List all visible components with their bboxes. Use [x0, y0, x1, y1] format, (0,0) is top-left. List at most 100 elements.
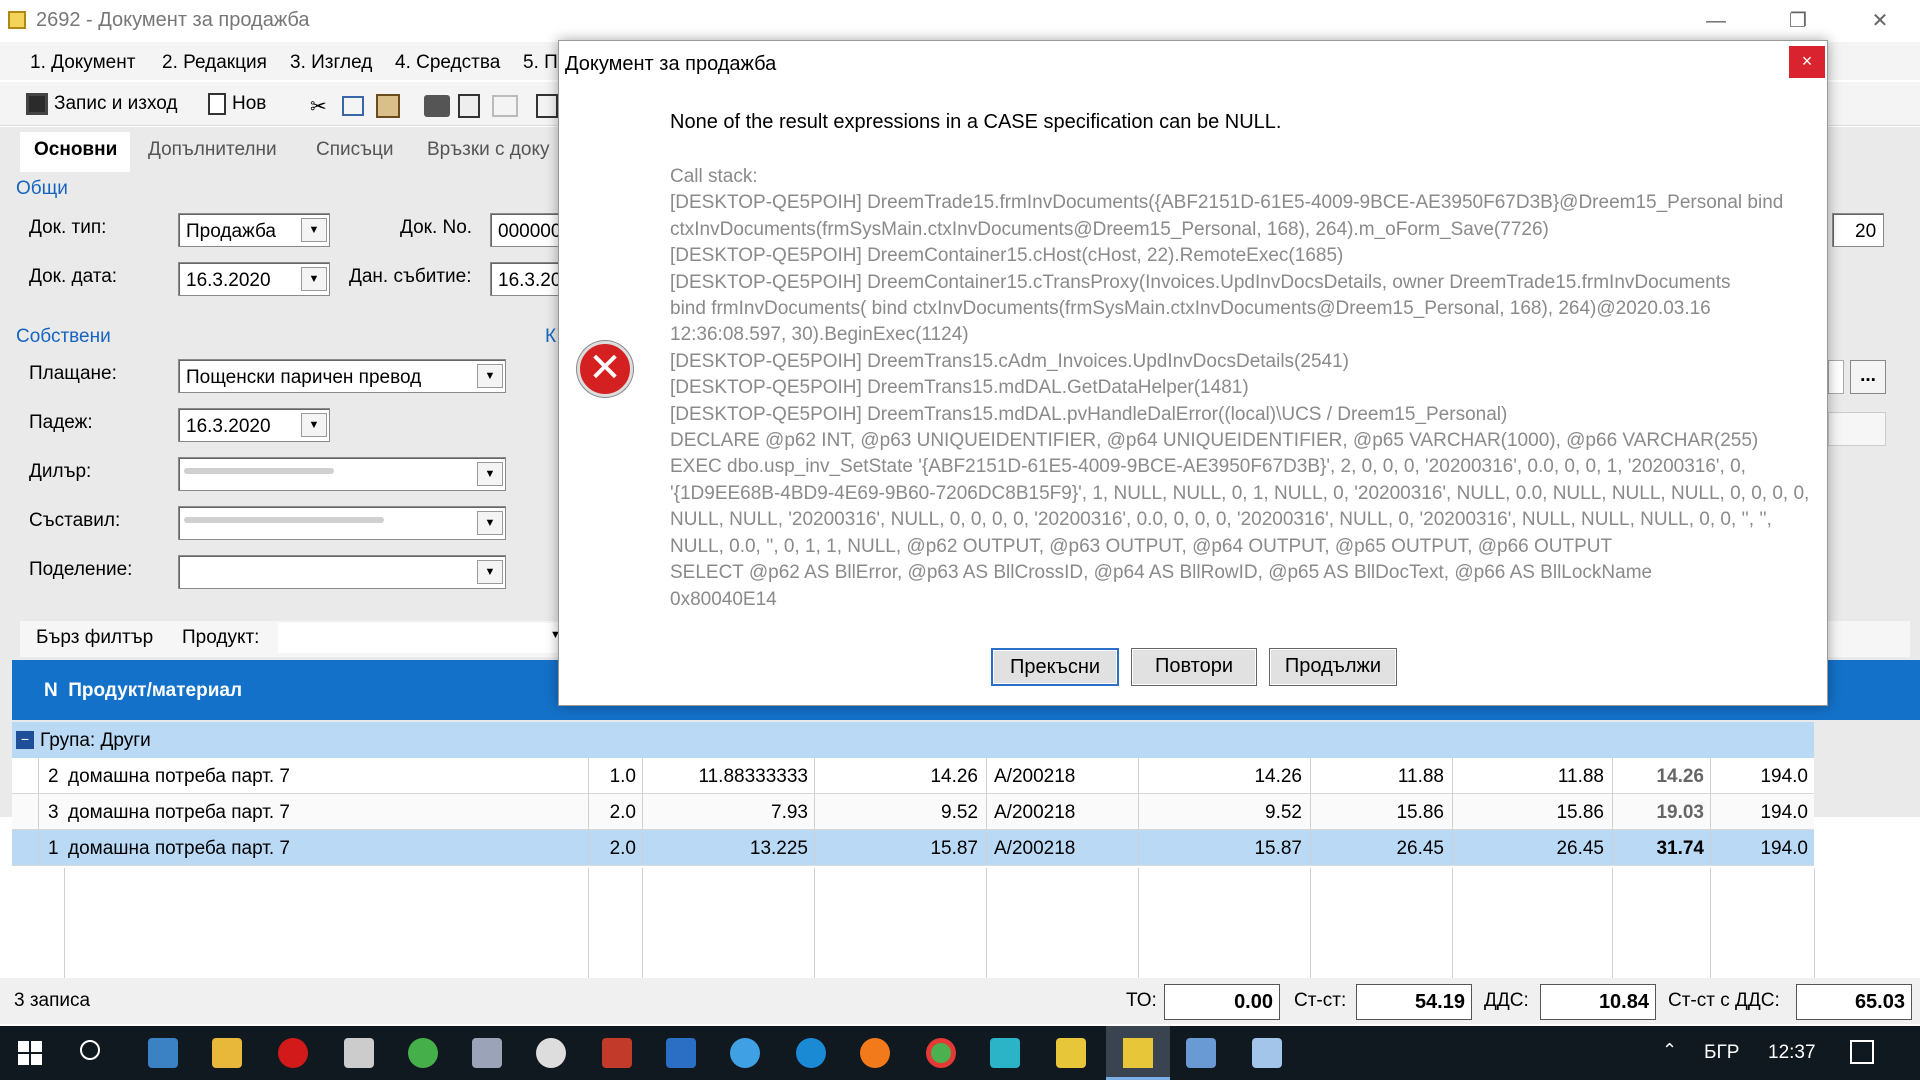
record-count: 3 записа: [14, 990, 91, 1011]
status-footer: 3 записа ТО: 0.00 Ст-ст: 54.19 ДДС: 10.8…: [0, 978, 1920, 1024]
windows-start-icon[interactable]: [18, 1041, 42, 1065]
clock[interactable]: 12:37: [1768, 1042, 1816, 1064]
column-product[interactable]: N Продукт/материал: [44, 680, 242, 702]
chevron-down-icon: ▼: [477, 364, 503, 388]
division-select[interactable]: ▼: [178, 555, 506, 589]
retry-button[interactable]: Повтори: [1131, 648, 1257, 686]
attach-icon[interactable]: [492, 95, 518, 117]
opera-icon[interactable]: [278, 1038, 308, 1068]
group-row: − Група: Други: [12, 722, 1814, 758]
table-row[interactable]: 2 домашна потреба парт. 7 1.0 11.8833333…: [12, 758, 1814, 794]
new-document-icon: [208, 93, 226, 115]
chevron-down-icon: ▼: [301, 218, 327, 242]
notifications-icon[interactable]: [1850, 1040, 1874, 1064]
group-label: Група: Други: [40, 730, 151, 751]
restore-button[interactable]: ❐: [1768, 6, 1828, 36]
edge-icon[interactable]: [796, 1038, 826, 1068]
payment-label: Плащане:: [29, 363, 117, 384]
doc-type-label: Док. тип:: [29, 217, 107, 238]
preview-icon[interactable]: [458, 94, 480, 118]
dealer-label: Дилър:: [29, 461, 92, 482]
menu-tools[interactable]: 4. Средства: [395, 52, 500, 74]
section-k: К: [545, 326, 557, 347]
language-indicator[interactable]: БГР: [1704, 1042, 1739, 1064]
copy-icon[interactable]: [342, 96, 364, 116]
compiler-label: Съставил:: [29, 510, 121, 531]
browse-button[interactable]: ...: [1850, 360, 1886, 394]
doc-date-field[interactable]: 16.3.2020 ▼: [178, 262, 330, 296]
computer-icon[interactable]: [148, 1038, 178, 1068]
vat-value: 10.84: [1540, 984, 1656, 1020]
call-stack[interactable]: Call stack: [DESKTOP-QE5POIH] DreemTrade…: [670, 164, 1820, 613]
table-row-selected[interactable]: 1 домашна потреба парт. 7 2.0 13.225 15.…: [12, 830, 1814, 866]
app-icon[interactable]: [990, 1038, 1020, 1068]
close-window-button[interactable]: ✕: [1850, 6, 1910, 36]
search-icon[interactable]: [80, 1040, 100, 1060]
continue-button[interactable]: Продължи: [1269, 648, 1397, 686]
firefox-icon[interactable]: [860, 1038, 890, 1068]
save-exit-button[interactable]: Запис и изход: [26, 89, 177, 119]
edit-icon[interactable]: [536, 94, 558, 118]
telegram-icon[interactable]: [408, 1038, 438, 1068]
chrome-icon[interactable]: [926, 1038, 956, 1068]
minimize-button[interactable]: —: [1686, 6, 1746, 36]
tab-additional[interactable]: Допълнителни: [148, 139, 277, 161]
payment-select[interactable]: Пощенски паричен превод ▼: [178, 359, 506, 393]
cut-icon[interactable]: ✂: [310, 94, 327, 119]
title-bar: 2692 - Документ за продажба — ❐ ✕: [0, 0, 1920, 42]
product-filter-input[interactable]: [278, 623, 558, 653]
total-label: Ст-ст с ДДС:: [1668, 990, 1780, 1011]
collapse-icon[interactable]: −: [16, 731, 34, 749]
tax-event-label: Дан. събитие:: [349, 266, 472, 287]
menu-edit[interactable]: 2. Редакция: [162, 52, 267, 74]
taskbar: ⌃ БГР 12:37: [0, 1026, 1920, 1080]
save-icon: [26, 93, 48, 115]
table-row[interactable]: 3 домашна потреба парт. 7 2.0 7.93 9.52 …: [12, 794, 1814, 830]
tax-event-field[interactable]: 16.3.20: [490, 262, 561, 296]
app-icon: [8, 11, 26, 29]
tab-main[interactable]: Основни: [34, 139, 117, 161]
wordpress-icon[interactable]: [536, 1038, 566, 1068]
doc-no-field[interactable]: 000000: [490, 213, 561, 247]
cost-value: 54.19: [1356, 984, 1472, 1020]
folder-icon[interactable]: [212, 1038, 242, 1068]
chevron-up-icon[interactable]: ⌃: [1662, 1040, 1677, 1061]
dealer-select[interactable]: ▼: [178, 457, 506, 491]
paint-icon[interactable]: [472, 1038, 502, 1068]
dreem-icon[interactable]: [1056, 1038, 1086, 1068]
right-value-field[interactable]: 20: [1832, 213, 1884, 247]
menu-5[interactable]: 5. П: [523, 52, 558, 74]
to-value: 0.00: [1164, 984, 1280, 1020]
redacted-value: [184, 468, 334, 474]
vat-label: ДДС:: [1484, 990, 1529, 1011]
product-filter-label: Продукт:: [182, 627, 260, 648]
quick-filter-label[interactable]: Бърз филтър: [36, 627, 153, 649]
error-message: None of the result expressions in a CASE…: [670, 111, 1282, 133]
tab-links[interactable]: Връзки с доку: [427, 139, 550, 161]
compiler-select[interactable]: ▼: [178, 506, 506, 540]
paste-icon[interactable]: [376, 94, 400, 118]
remote-desktop-icon[interactable]: [1186, 1038, 1216, 1068]
bird-icon[interactable]: [730, 1038, 760, 1068]
dialog-close-button[interactable]: ×: [1789, 46, 1825, 78]
section-own: Собствени: [16, 326, 111, 347]
total-value: 65.03: [1796, 984, 1912, 1020]
save-exit-label: Запис и изход: [54, 93, 178, 114]
tab-lists[interactable]: Списъци: [316, 139, 394, 161]
print-icon[interactable]: [424, 95, 450, 117]
error-icon: ✕: [577, 341, 633, 397]
due-date-field[interactable]: 16.3.2020 ▼: [178, 408, 330, 442]
powerpoint-icon[interactable]: [602, 1038, 632, 1068]
doc-no-label: Док. No.: [400, 217, 473, 238]
menu-document[interactable]: 1. Документ: [30, 52, 135, 74]
redacted-value: [184, 517, 384, 523]
new-button[interactable]: Нов: [208, 89, 266, 119]
chevron-down-icon: ▼: [301, 413, 327, 437]
abort-button[interactable]: Прекъсни: [991, 648, 1119, 686]
word-icon[interactable]: [666, 1038, 696, 1068]
dreem-active-task[interactable]: [1106, 1026, 1170, 1080]
doc-type-select[interactable]: Продажба ▼: [178, 213, 330, 247]
paint-app-icon[interactable]: [1252, 1038, 1282, 1068]
menu-view[interactable]: 3. Изглед: [290, 52, 372, 74]
calculator-icon[interactable]: [344, 1038, 374, 1068]
